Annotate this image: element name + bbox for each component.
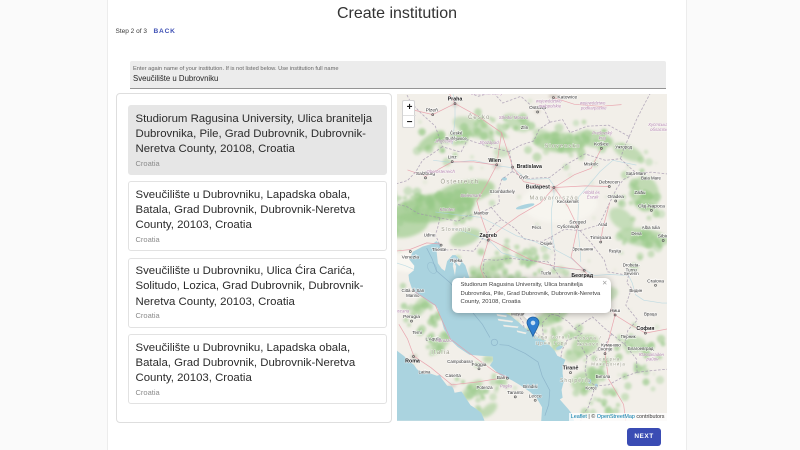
- svg-text:Steiermark: Steiermark: [460, 193, 482, 198]
- svg-text:Udine: Udine: [423, 233, 435, 238]
- svg-text:Trieste: Trieste: [431, 247, 446, 253]
- svg-text:Deva: Deva: [631, 231, 642, 236]
- svg-text:Venezia: Venezia: [401, 255, 419, 261]
- svg-text:Ужгород: Ужгород: [615, 145, 632, 150]
- svg-text:Baia Mare: Baia Mare: [640, 175, 661, 180]
- svg-text:Bari: Bari: [496, 375, 505, 381]
- svg-text:София: София: [636, 325, 654, 332]
- svg-text:Košice: Košice: [594, 141, 609, 147]
- svg-text:Debrecen: Debrecen: [598, 180, 619, 186]
- svg-text:Суботица: Суботица: [557, 224, 577, 229]
- svg-text:Timișoara: Timișoara: [590, 235, 612, 241]
- svg-text:Slovenija: Slovenija: [441, 227, 471, 233]
- svg-text:Česko: Česko: [467, 114, 490, 121]
- svg-text:Foggia: Foggia: [471, 362, 486, 368]
- svg-text:Sibiu: Sibiu: [657, 234, 666, 240]
- svg-text:Tiranë: Tiranë: [562, 366, 578, 372]
- svg-text:Plzeň: Plzeň: [425, 108, 438, 114]
- svg-text:Miskolc: Miskolc: [583, 161, 598, 166]
- svg-text:Македонија: Македонија: [591, 361, 626, 366]
- svg-text:Tuzla: Tuzla: [540, 271, 551, 276]
- svg-text:Shqipëria: Shqipëria: [559, 378, 590, 384]
- svg-text:Arad: Arad: [597, 222, 607, 227]
- svg-text:Враца: Враца: [644, 312, 657, 317]
- svg-text:Bratislava: Bratislava: [516, 164, 541, 170]
- svg-text:Potenza: Potenza: [476, 385, 493, 390]
- svg-text:Cluj-Napoca: Cluj-Napoca: [637, 203, 664, 209]
- svg-text:Severomoravský: Severomoravský: [470, 94, 503, 96]
- svg-text:podkarpackie: podkarpackie: [579, 106, 606, 111]
- svg-text:Битола: Битола: [595, 374, 610, 379]
- svg-text:České: České: [449, 131, 462, 136]
- svg-text:Střední Morava: Střední Morava: [498, 115, 528, 120]
- svg-text:Alba Iulia: Alba Iulia: [641, 225, 660, 230]
- svg-text:Toscana: Toscana: [397, 309, 410, 314]
- svg-text:Osijek: Osijek: [540, 241, 553, 246]
- svg-text:Italia: Italia: [431, 350, 450, 356]
- svg-text:Craiova: Craiova: [647, 278, 664, 284]
- svg-text:Oradea: Oradea: [607, 194, 624, 200]
- svg-text:Brindisi: Brindisi: [523, 384, 537, 389]
- svg-text:Куманово: Куманово: [601, 342, 621, 347]
- svg-text:Severin: Severin: [623, 271, 638, 276]
- svg-text:kraj: kraj: [598, 135, 606, 140]
- svg-text:Wien: Wien: [488, 158, 501, 164]
- svg-text:Ниш: Ниш: [610, 308, 620, 314]
- svg-text:Szombathely: Szombathely: [489, 189, 515, 194]
- svg-text:Rijeka: Rijeka: [450, 258, 463, 263]
- svg-text:Видин: Видин: [629, 288, 642, 293]
- svg-text:Terni: Terni: [412, 330, 422, 335]
- svg-text:małopolskie: małopolskie: [538, 103, 561, 108]
- svg-text:Slovensko: Slovensko: [544, 144, 580, 150]
- svg-text:Praha: Praha: [447, 97, 462, 103]
- svg-text:Maribor: Maribor: [473, 210, 488, 215]
- svg-text:Jihozápad: Jihozápad: [478, 140, 499, 145]
- svg-text:Kärnten: Kärnten: [439, 207, 455, 212]
- svg-text:Puglia: Puglia: [499, 384, 512, 389]
- svg-text:Црна Гора: Црна Гора: [535, 341, 568, 346]
- svg-text:Abruzzo: Abruzzo: [435, 338, 452, 343]
- svg-text:Taranto: Taranto: [507, 390, 524, 396]
- svg-text:Latina: Latina: [418, 370, 431, 375]
- svg-text:район: район: [645, 357, 659, 362]
- svg-text:Korçë: Korçë: [585, 386, 597, 391]
- svg-text:Észak: Észak: [586, 195, 599, 200]
- svg-text:Zagreb: Zagreb: [479, 233, 497, 239]
- svg-text:Zlín: Zlín: [520, 125, 528, 130]
- svg-text:Jihočeský: Jihočeský: [433, 139, 454, 144]
- svg-text:Roma: Roma: [405, 359, 420, 365]
- svg-text:Скопје: Скопје: [597, 347, 612, 353]
- svg-text:Österreich: Österreich: [440, 179, 479, 186]
- svg-text:Kosovo: Kosovo: [577, 341, 599, 346]
- svg-text:Magyarország: Magyarország: [529, 196, 578, 202]
- svg-text:Oberösterreich: Oberösterreich: [426, 169, 455, 174]
- svg-text:Zalău: Zalău: [634, 190, 646, 195]
- svg-text:Перник: Перник: [620, 334, 635, 339]
- svg-text:Budapest: Budapest: [525, 185, 549, 191]
- svg-text:Caserta: Caserta: [445, 373, 461, 378]
- svg-text:Благоевград: Благоевград: [627, 346, 653, 351]
- svg-text:Lecce: Lecce: [528, 393, 541, 399]
- svg-text:Perugia: Perugia: [403, 314, 420, 320]
- svg-text:Reșița: Reșița: [608, 249, 621, 254]
- svg-text:Győr: Győr: [518, 175, 528, 180]
- svg-text:Linz: Linz: [447, 155, 457, 161]
- svg-text:Marino: Marino: [406, 293, 420, 298]
- svg-text:Pécs: Pécs: [531, 225, 542, 230]
- svg-text:Зрењанин: Зрењанин: [572, 246, 593, 251]
- svg-text:Kosova /: Kosova /: [574, 336, 601, 341]
- svg-text:область: область: [650, 127, 667, 132]
- svg-text:Campobasso: Campobasso: [447, 359, 473, 364]
